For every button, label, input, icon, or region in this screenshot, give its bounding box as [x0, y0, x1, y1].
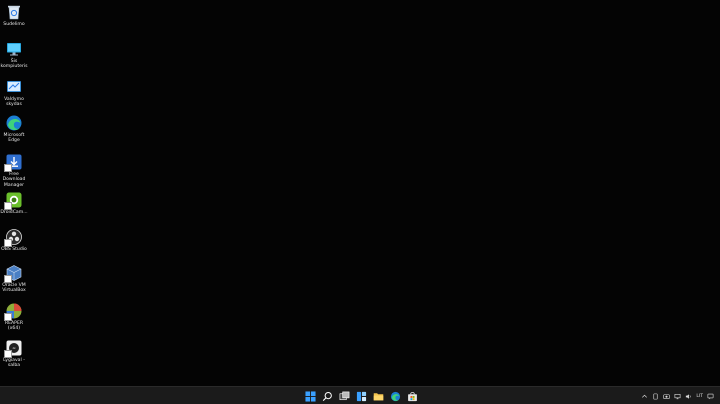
edge-icon	[390, 391, 400, 401]
speaker-icon	[686, 393, 692, 399]
desktop-icon-label: Microsoft Edge	[3, 133, 25, 144]
language-indicator[interactable]: LIT	[696, 394, 703, 399]
desktop-icon-label: Valdymo skydas	[4, 97, 24, 108]
desktop-icon-virtualbox[interactable]: Oracle VM VirtualBox	[0, 264, 28, 294]
tray-app-button-2[interactable]	[663, 392, 671, 400]
virtualbox-icon	[4, 264, 23, 283]
shortcut-arrow-icon	[4, 275, 12, 283]
start-button[interactable]	[303, 389, 317, 403]
file-explorer-button[interactable]	[371, 389, 385, 403]
desktop-icon-label: Lygiaval - salba	[3, 358, 25, 369]
task-view-button[interactable]	[337, 389, 351, 403]
desktop-icon-edge[interactable]: Microsoft Edge	[0, 114, 28, 144]
edge-icon	[5, 114, 23, 132]
desktop-icon-reaper[interactable]: REAPER (x64)	[0, 302, 28, 332]
desktop-icon-label: OBS Studio	[1, 247, 27, 252]
obs-studio-icon	[4, 228, 23, 247]
widgets-button[interactable]	[354, 389, 368, 403]
desktop-icon-recycle-bin[interactable]: Sudelimo	[0, 3, 28, 27]
desktop-icon-free-download-manager[interactable]: Free Download Manager	[0, 153, 28, 188]
droidcam-icon	[4, 191, 23, 210]
usb-device-icon	[653, 393, 658, 399]
taskbar: LIT	[0, 386, 720, 404]
reaper-icon	[4, 302, 23, 321]
desktop-icon-droidcam[interactable]: DroidCam...	[0, 191, 28, 215]
shortcut-arrow-icon	[4, 313, 12, 321]
system-tray: LIT	[641, 390, 714, 402]
network-button[interactable]	[674, 392, 681, 400]
edge-taskbar-button[interactable]	[388, 389, 402, 403]
desktop-icon-label: Šis kompiuteris	[0, 59, 28, 70]
camera-icon	[663, 393, 671, 399]
shortcut-arrow-icon	[4, 202, 12, 210]
control-panel-icon	[5, 78, 23, 96]
desktop-icon-control-panel[interactable]: Valdymo skydas	[0, 78, 28, 108]
chevron-up-icon	[642, 394, 648, 398]
desktop-icon-label: Free Download Manager	[2, 172, 26, 188]
desktop-icon-label: Sudelimo	[3, 22, 25, 27]
desktop-icon-label: REAPER (x64)	[4, 321, 24, 332]
svg-text:≈: ≈	[12, 346, 15, 351]
free-download-manager-icon	[4, 153, 23, 172]
desktop-icon-obs-studio[interactable]: OBS Studio	[0, 228, 28, 252]
desktop-icon-label: DroidCam...	[0, 210, 28, 215]
desktop[interactable]: Sudelimo Šis kompiuteris Valdymo skydas …	[0, 0, 720, 386]
taskbar-pinned-apps	[303, 389, 419, 403]
search-button[interactable]	[320, 389, 334, 403]
task-view-icon	[339, 391, 349, 400]
shortcut-arrow-icon	[4, 350, 12, 358]
volume-button[interactable]	[685, 392, 692, 400]
network-icon	[674, 393, 681, 399]
start-icon	[304, 390, 316, 402]
desktop-icon-this-pc[interactable]: Šis kompiuteris	[0, 40, 28, 70]
shortcut-arrow-icon	[4, 239, 12, 247]
this-pc-icon	[5, 40, 23, 58]
store-button[interactable]	[405, 389, 419, 403]
shortcut-arrow-icon	[4, 164, 12, 172]
store-icon	[407, 391, 417, 401]
tray-app-button[interactable]	[652, 392, 659, 400]
search-icon	[322, 391, 332, 401]
notifications-button[interactable]	[707, 392, 714, 400]
file-explorer-icon	[373, 392, 383, 400]
app-shortcut-icon: ≈	[4, 339, 23, 358]
desktop-icon-app-shortcut[interactable]: ≈ Lygiaval - salba	[0, 339, 28, 369]
widgets-icon	[356, 391, 366, 401]
show-hidden-icons-button[interactable]	[641, 392, 648, 400]
desktop-icon-label: Oracle VM VirtualBox	[2, 283, 26, 294]
notification-icon	[707, 393, 714, 399]
recycle-bin-icon	[5, 3, 23, 21]
